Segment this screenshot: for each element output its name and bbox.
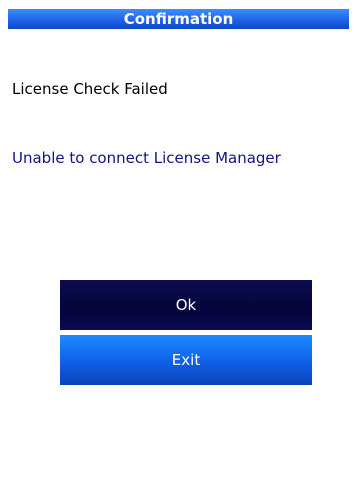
- ok-button[interactable]: Ok: [60, 280, 312, 330]
- license-status-text: License Check Failed: [12, 80, 168, 98]
- confirmation-screen: Confirmation License Check Failed Unable…: [0, 0, 359, 484]
- dialog-title: Confirmation: [8, 9, 349, 29]
- exit-button[interactable]: Exit: [60, 335, 312, 385]
- error-message: Unable to connect License Manager: [12, 149, 281, 167]
